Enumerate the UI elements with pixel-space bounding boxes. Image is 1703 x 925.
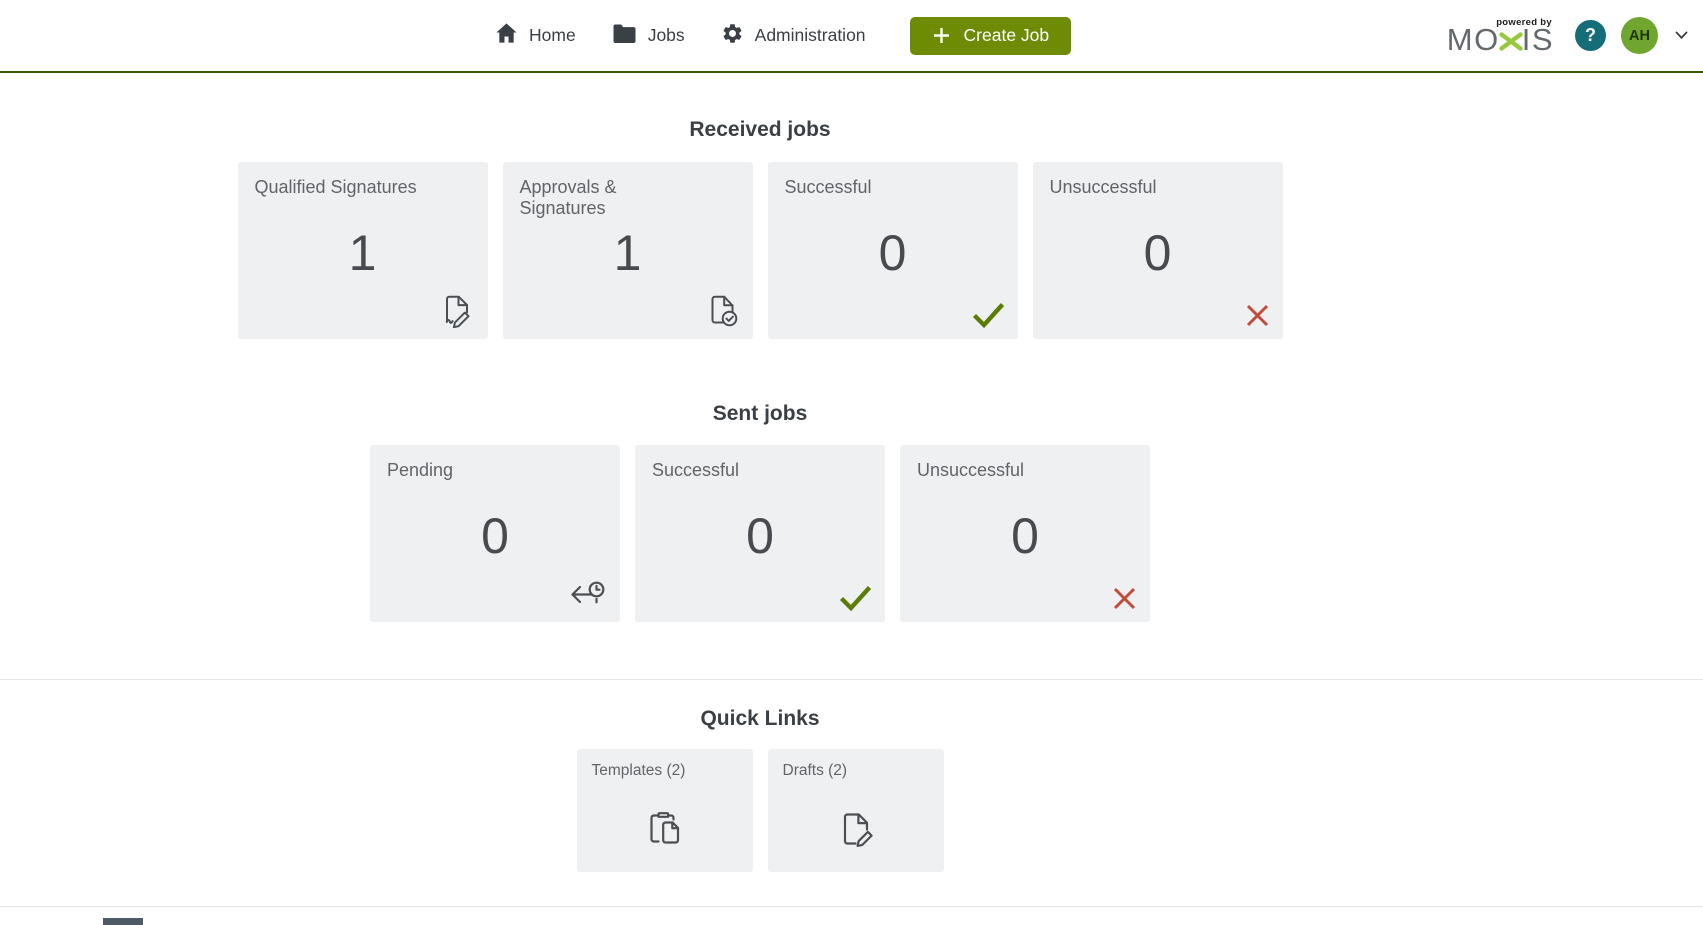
folder-icon (612, 23, 637, 49)
header-right-cluster: powered by MO IS ? AH (1447, 0, 1690, 71)
templates-clipboard-icon (577, 785, 753, 872)
top-navigation-bar: Home Jobs Administration Create Job powe… (0, 0, 1703, 73)
gear-icon (721, 22, 744, 50)
card-templates[interactable]: Templates (2) (577, 749, 753, 872)
document-check-icon (703, 291, 740, 328)
card-title: Successful (652, 460, 832, 481)
card-title: Successful (785, 177, 965, 198)
moxis-logo: powered by MO IS (1447, 17, 1554, 55)
chevron-down-icon[interactable] (1673, 27, 1690, 44)
card-title: Approvals & Signatures (520, 177, 700, 219)
nav-label-jobs: Jobs (648, 25, 685, 46)
sent-cards-row: Pending 0 Successful 0 (0, 445, 1520, 622)
x-icon (1112, 586, 1137, 611)
question-mark-icon: ? (1585, 25, 1596, 46)
card-received-unsuccessful[interactable]: Unsuccessful 0 (1033, 162, 1283, 339)
card-count: 0 (1033, 224, 1283, 282)
plus-icon (932, 26, 951, 45)
card-title: Unsuccessful (917, 460, 1097, 481)
moxis-x-icon (1500, 28, 1522, 51)
x-icon (1245, 303, 1270, 328)
brand-wordmark: MO IS (1447, 24, 1554, 55)
card-count: 0 (370, 507, 620, 565)
card-title: Unsuccessful (1050, 177, 1230, 198)
card-title: Templates (2) (592, 762, 738, 780)
create-job-label: Create Job (964, 25, 1050, 46)
nav-label-home: Home (529, 25, 576, 46)
nav-label-administration: Administration (755, 25, 866, 46)
card-title: Qualified Signatures (255, 177, 435, 198)
help-button[interactable]: ? (1575, 20, 1606, 51)
scrollbar-thumb[interactable] (103, 918, 143, 925)
card-count: 0 (635, 507, 885, 565)
document-signature-icon (438, 291, 475, 328)
card-qualified-signatures[interactable]: Qualified Signatures 1 (238, 162, 488, 339)
check-icon (972, 302, 1005, 328)
received-jobs-title: Received jobs (0, 118, 1520, 142)
brand-left: MO (1447, 24, 1500, 55)
main-nav: Home Jobs Administration Create Job (495, 0, 1071, 71)
card-sent-unsuccessful[interactable]: Unsuccessful 0 (900, 445, 1150, 622)
nav-item-administration[interactable]: Administration (721, 22, 866, 50)
received-jobs-section: Received jobs Qualified Signatures 1 App… (0, 118, 1520, 339)
card-drafts[interactable]: Drafts (2) (768, 749, 944, 872)
card-pending[interactable]: Pending 0 (370, 445, 620, 622)
card-count: 0 (900, 507, 1150, 565)
draft-document-icon (768, 785, 944, 872)
avatar[interactable]: AH (1621, 17, 1658, 54)
check-icon (839, 585, 872, 611)
received-cards-row: Qualified Signatures 1 Approvals & Signa… (0, 162, 1520, 339)
avatar-initials: AH (1629, 28, 1650, 44)
card-received-successful[interactable]: Successful 0 (768, 162, 1018, 339)
section-divider (0, 679, 1703, 680)
card-sent-successful[interactable]: Successful 0 (635, 445, 885, 622)
brand-right: IS (1522, 24, 1554, 55)
bottom-divider (0, 906, 1703, 907)
quick-links-title: Quick Links (0, 707, 1520, 731)
dashboard-main: Received jobs Qualified Signatures 1 App… (0, 118, 1520, 872)
card-count: 1 (238, 224, 488, 282)
quick-links-row: Templates (2) Drafts (2) (0, 749, 1520, 872)
nav-item-jobs[interactable]: Jobs (612, 23, 685, 49)
sent-jobs-title: Sent jobs (0, 402, 1520, 426)
nav-item-home[interactable]: Home (495, 22, 576, 49)
card-count: 0 (768, 224, 1018, 282)
pending-clock-icon (565, 577, 607, 611)
card-count: 1 (503, 224, 753, 282)
sent-jobs-section: Sent jobs Pending 0 Successful 0 (0, 402, 1520, 622)
card-title: Drafts (2) (783, 762, 929, 780)
quick-links-section: Quick Links Templates (2) Drafts (2) (0, 679, 1520, 872)
card-approvals-signatures[interactable]: Approvals & Signatures 1 (503, 162, 753, 339)
card-title: Pending (387, 460, 567, 481)
home-icon (495, 22, 518, 49)
create-job-button[interactable]: Create Job (910, 17, 1072, 55)
